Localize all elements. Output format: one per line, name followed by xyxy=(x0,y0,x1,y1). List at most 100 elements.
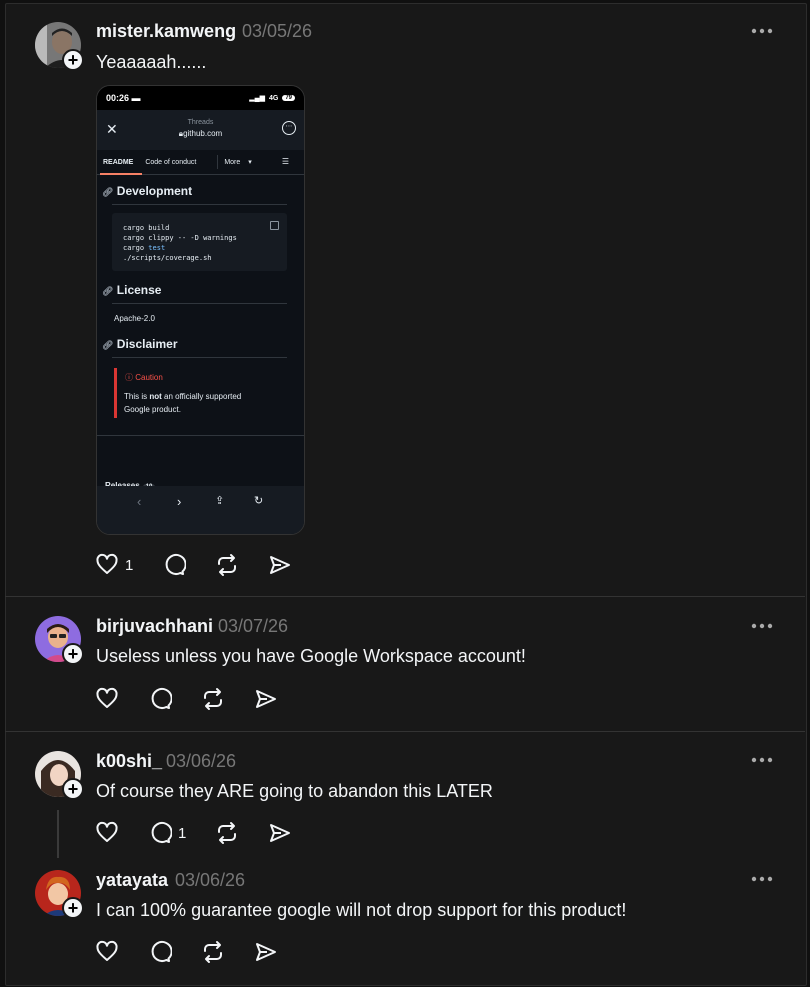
more-icon: ⋯ xyxy=(282,121,296,135)
repost-button[interactable] xyxy=(201,684,225,714)
send-icon xyxy=(270,824,290,842)
heading-rule xyxy=(112,204,287,205)
browser-url-bar: ✕ Threads 🔒︎github.com ⋯ xyxy=(97,110,304,150)
more-horizontal-icon[interactable] xyxy=(750,621,774,631)
heart-icon xyxy=(96,940,118,961)
post-date[interactable]: 03/06/26 xyxy=(175,870,245,891)
repo-tabs: README Code of conduct More ▾ ☰ xyxy=(97,150,304,175)
repost-icon xyxy=(218,822,236,844)
browser-url: 🔒︎github.com xyxy=(178,129,223,138)
repost-icon xyxy=(204,688,222,710)
network-label: 4G xyxy=(268,94,279,102)
signal-icon: ▂▄▆ xyxy=(249,95,265,102)
heading-rule xyxy=(112,303,287,304)
section-heading-license: 🔗︎ License xyxy=(102,283,162,297)
code-line: cargo build xyxy=(123,224,170,232)
caution-text: This is not an officially supported Goog… xyxy=(124,392,242,414)
like-button[interactable] xyxy=(95,937,119,967)
post-date[interactable]: 03/05/26 xyxy=(242,21,312,42)
post-divider xyxy=(5,596,805,597)
car-icon: ▬ xyxy=(131,93,141,103)
reply-button[interactable] xyxy=(162,550,186,580)
username[interactable]: mister.kamweng xyxy=(96,21,236,42)
like-button[interactable] xyxy=(95,818,119,848)
post-text: Of course they ARE going to abandon this… xyxy=(96,781,493,801)
username[interactable]: birjuvachhani xyxy=(96,616,213,637)
section-heading-disclaimer: 🔗︎ Disclaimer xyxy=(102,337,178,351)
follow-button[interactable]: + xyxy=(62,643,84,665)
post-text: Useless unless you have Google Workspace… xyxy=(96,646,526,666)
tab-underline xyxy=(100,173,142,175)
reload-icon: ↻ xyxy=(254,495,264,507)
code-line: ./scripts/coverage.sh xyxy=(123,254,212,262)
plus-icon: + xyxy=(67,779,79,799)
repost-button[interactable] xyxy=(201,937,225,967)
heart-icon xyxy=(96,687,118,708)
comment-icon xyxy=(165,553,186,575)
browser-nav-bar: ‹ › ⇪ ↻ xyxy=(97,486,304,534)
repost-button[interactable] xyxy=(215,818,239,848)
username[interactable]: yatayata xyxy=(96,870,168,891)
more-horizontal-icon[interactable] xyxy=(750,755,774,765)
post-text: Yeaaaaah...... xyxy=(96,52,207,72)
heart-icon xyxy=(96,821,118,842)
share-button[interactable] xyxy=(268,550,292,580)
tab-readme: README xyxy=(103,158,134,166)
post-divider xyxy=(5,731,805,732)
heart-icon xyxy=(96,553,118,574)
more-horizontal-icon[interactable] xyxy=(750,26,774,36)
phone-status-bar: 00:26 ▬ ▂▄▆ 4G 79 xyxy=(97,86,304,110)
battery-icon: 79 xyxy=(282,95,295,101)
repost-icon xyxy=(204,941,222,963)
link-icon: 🔗︎ xyxy=(102,340,114,350)
list-icon: ☰ xyxy=(281,157,289,166)
section-divider xyxy=(97,435,304,436)
send-icon xyxy=(256,690,276,708)
share-button[interactable] xyxy=(268,818,292,848)
reply-button[interactable]: 1 xyxy=(148,818,186,848)
license-value: Apache-2.0 xyxy=(114,314,155,323)
like-count: 1 xyxy=(125,556,134,574)
thread-connector-line xyxy=(57,810,59,858)
post-text: I can 100% guarantee google will not dro… xyxy=(96,900,627,920)
tab-code-of-conduct: Code of conduct xyxy=(145,158,197,166)
post-date[interactable]: 03/06/26 xyxy=(166,751,236,772)
follow-button[interactable]: + xyxy=(62,49,84,71)
reply-button[interactable] xyxy=(148,937,172,967)
code-line: cargo clippy -- -D warnings xyxy=(123,234,237,242)
repost-icon xyxy=(218,554,236,576)
reply-button[interactable] xyxy=(148,684,172,714)
plus-icon: + xyxy=(67,50,79,70)
like-button[interactable]: 1 xyxy=(95,550,133,580)
share-button[interactable] xyxy=(254,937,278,967)
section-heading-development: 🔗︎ Development xyxy=(102,184,193,198)
caution-bar xyxy=(114,368,117,418)
like-button[interactable] xyxy=(95,684,119,714)
post-date[interactable]: 03/07/26 xyxy=(218,616,288,637)
status-time: 00:26 xyxy=(106,93,130,103)
comment-icon xyxy=(151,940,172,962)
send-icon xyxy=(256,943,276,961)
reply-count: 1 xyxy=(178,824,187,842)
code-block: cargo build cargo clippy -- -D warnings … xyxy=(112,213,287,271)
forward-icon: › xyxy=(177,494,182,509)
plus-icon: + xyxy=(67,898,79,918)
tab-more: More ▾ xyxy=(224,159,252,166)
send-icon xyxy=(270,556,290,574)
code-line: cargo test xyxy=(123,244,166,252)
link-icon: 🔗︎ xyxy=(102,286,114,296)
share-icon: ⇪ xyxy=(215,495,225,507)
copy-icon xyxy=(270,221,279,230)
repost-button[interactable] xyxy=(215,550,239,580)
follow-button[interactable]: + xyxy=(62,778,84,800)
tab-separator xyxy=(217,155,218,169)
caution-title: ⓘ Caution xyxy=(125,373,163,382)
comment-icon xyxy=(151,687,172,709)
browser-app-name: Threads xyxy=(187,119,214,126)
username[interactable]: k00shi_ xyxy=(96,751,162,772)
more-horizontal-icon[interactable] xyxy=(750,874,774,884)
embedded-screenshot[interactable]: 00:26 ▬ ▂▄▆ 4G 79 ✕ Threads 🔒︎github.com ⋯… xyxy=(96,85,305,535)
follow-button[interactable]: + xyxy=(62,897,84,919)
share-button[interactable] xyxy=(254,684,278,714)
link-icon: 🔗︎ xyxy=(102,187,114,197)
